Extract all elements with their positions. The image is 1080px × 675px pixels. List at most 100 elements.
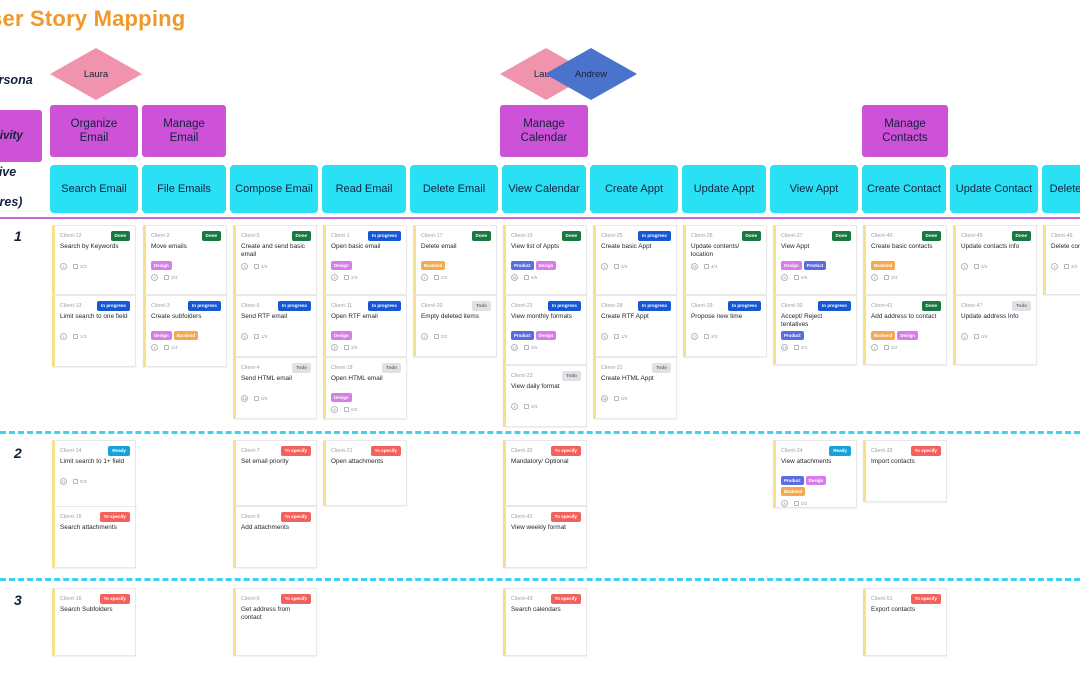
status-badge[interactable]: Done: [110, 230, 130, 241]
status-badge[interactable]: Todo: [472, 300, 491, 311]
status-badge[interactable]: Done: [741, 230, 761, 241]
status-badge[interactable]: In progress: [96, 300, 130, 311]
story-card[interactable]: Client-33 To specify Import contacts: [863, 440, 947, 502]
task-card-delete-contact[interactable]: Delete Contact: [1042, 165, 1080, 213]
story-card[interactable]: Client-21 To specify Open attachments: [323, 440, 407, 506]
tag-design[interactable]: Design: [781, 261, 802, 270]
tag-design[interactable]: Design: [331, 393, 352, 402]
status-badge[interactable]: In progress: [277, 300, 311, 311]
tag-design[interactable]: Design: [151, 331, 172, 340]
status-badge[interactable]: In progress: [727, 300, 761, 311]
status-badge[interactable]: Todo: [562, 370, 581, 381]
status-badge[interactable]: Ready: [108, 445, 130, 456]
tag-backend[interactable]: Backend: [421, 261, 446, 270]
activity-card-2[interactable]: Manage Calendar: [500, 105, 588, 157]
story-card[interactable]: Client-31 Todo Create HTML Appt 34 0/4: [593, 357, 677, 419]
story-card[interactable]: Client-51 To specify Export contacts: [863, 588, 947, 656]
tag-design[interactable]: Design: [331, 331, 352, 340]
task-card-view-appt[interactable]: View Appt: [770, 165, 858, 213]
story-card[interactable]: Client-7 To specify Set email priority: [233, 440, 317, 506]
status-badge[interactable]: In progress: [637, 230, 671, 241]
story-card[interactable]: Client-26 Done Update contents/ location 21…: [683, 225, 767, 295]
tag-design[interactable]: Design: [535, 261, 557, 270]
story-card[interactable]: Client-43 To specify Search calendars: [503, 588, 587, 656]
story-card[interactable]: Client-46Done Delete contacts 1 2/2: [1043, 225, 1080, 295]
story-card[interactable]: Client-5 Done Create and send basic email 5…: [233, 225, 317, 295]
status-badge[interactable]: To specify: [370, 445, 401, 456]
status-badge[interactable]: Done: [471, 230, 491, 241]
status-badge[interactable]: Ready: [829, 445, 851, 456]
tag-backend[interactable]: Backend: [871, 261, 896, 270]
status-badge[interactable]: To specify: [280, 445, 311, 456]
tag-product[interactable]: Product: [781, 331, 804, 340]
status-badge[interactable]: Todo: [292, 362, 311, 373]
story-card[interactable]: Client-29 In progress Propose new time 2 2/3: [683, 295, 767, 357]
tag-design[interactable]: Design: [805, 476, 827, 485]
story-card[interactable]: Client-11 In progress Open RTF email Design…: [323, 295, 407, 357]
tag-design[interactable]: Design: [331, 261, 352, 270]
story-card[interactable]: Client-14 Ready Limit search to 1+ field 21…: [52, 440, 136, 510]
status-badge[interactable]: To specify: [910, 593, 941, 604]
tag-product[interactable]: Product: [511, 331, 534, 340]
status-badge[interactable]: To specify: [280, 593, 311, 604]
task-card-view-calendar[interactable]: View Calendar: [502, 165, 586, 213]
story-card[interactable]: Client-47 Todo Update address Info 1 0/4: [953, 295, 1037, 365]
story-card[interactable]: Client-15 To specify Search attachments: [52, 506, 136, 568]
activity-card-3[interactable]: Manage Contacts: [862, 105, 948, 157]
status-badge[interactable]: To specify: [99, 593, 130, 604]
status-badge[interactable]: To specify: [910, 445, 941, 456]
status-badge[interactable]: Todo: [382, 362, 401, 373]
status-badge[interactable]: To specify: [280, 511, 311, 522]
status-badge[interactable]: Done: [921, 230, 941, 241]
status-badge[interactable]: Todo: [652, 362, 671, 373]
story-card[interactable]: Client-12 Done Search by Keywords 1 3/3: [52, 225, 136, 295]
story-card[interactable]: Client-40 Done Create basic contacts Backen…: [863, 225, 947, 295]
story-card[interactable]: Client-3 In progress Create subfolders Desi…: [143, 295, 227, 367]
story-card[interactable]: Client-2 Done Move emails Design 0 3/3: [143, 225, 227, 295]
task-card-read-email[interactable]: Read Email: [322, 165, 406, 213]
status-badge[interactable]: Done: [831, 230, 851, 241]
story-card[interactable]: Client-27 Done View Appt Design Product 5 5/5: [773, 225, 857, 295]
tag-design[interactable]: Design: [897, 331, 918, 340]
activity-card-1[interactable]: Manage Email: [142, 105, 226, 157]
story-card[interactable]: Client-20 Todo Empty deleted items 2 0/2: [413, 295, 497, 357]
task-card-search-email[interactable]: Search Email: [50, 165, 138, 213]
story-card[interactable]: Client-9 To specify Add attachments: [233, 506, 317, 568]
tag-design[interactable]: Design: [151, 261, 172, 270]
tag-backend[interactable]: Backend: [781, 487, 806, 496]
persona-andrew-2[interactable]: Andrew: [545, 48, 637, 100]
status-badge[interactable]: Todo: [1012, 300, 1031, 311]
story-card[interactable]: Client-18 Todo Open HTML email Design 8 0/2: [323, 357, 407, 419]
story-card[interactable]: Client-23 Todo View daily format 3 0/3: [503, 365, 587, 427]
activity-card-0[interactable]: Organize Email: [50, 105, 138, 157]
story-card[interactable]: Client-45 Done Update contacts info 1 2/2: [953, 225, 1037, 295]
story-card[interactable]: Client-41 Done Add address to contact Backe…: [863, 295, 947, 365]
story-card[interactable]: Client-13 In progress Limit search to one …: [52, 295, 136, 367]
tag-backend[interactable]: Backend: [871, 331, 896, 340]
story-card[interactable]: Client-19 Done View list of Appts Product De…: [503, 225, 587, 295]
story-card[interactable]: Client-22 In progress View monthly formats…: [503, 295, 587, 365]
story-card[interactable]: Client-42 To specify View weekly format: [503, 506, 587, 568]
story-card[interactable]: Client-1 In progress Open basic email Desig…: [323, 225, 407, 295]
persona-laura-0[interactable]: Laura: [50, 48, 142, 100]
story-card[interactable]: Client-30 In progress Accept/ Reject tenta…: [773, 295, 857, 365]
tag-backend[interactable]: Backend: [173, 331, 198, 340]
status-badge[interactable]: In progress: [367, 300, 401, 311]
story-card[interactable]: Client-6 To specify Get address from conta…: [233, 588, 317, 656]
status-badge[interactable]: Done: [201, 230, 221, 241]
status-badge[interactable]: In progress: [547, 300, 581, 311]
story-card[interactable]: Client-25 In progress Create basic Appt 1 2/…: [593, 225, 677, 295]
status-badge[interactable]: Done: [921, 300, 941, 311]
task-card-create-appt[interactable]: Create Appt: [590, 165, 678, 213]
tag-product[interactable]: Product: [511, 261, 534, 270]
story-card[interactable]: Client-24 Ready View attachments Product Des…: [773, 440, 857, 508]
tag-design[interactable]: Design: [535, 331, 557, 340]
task-card-update-contact[interactable]: Update Contact: [950, 165, 1038, 213]
tag-product[interactable]: Product: [781, 476, 804, 485]
status-badge[interactable]: In progress: [817, 300, 851, 311]
status-badge[interactable]: To specify: [99, 511, 130, 522]
task-card-update-appt[interactable]: Update Appt: [682, 165, 766, 213]
status-badge[interactable]: Done: [561, 230, 581, 241]
story-card[interactable]: Client-4 Todo Send HTML email 18 0/3: [233, 357, 317, 419]
task-card-create-contact[interactable]: Create Contact: [862, 165, 946, 213]
